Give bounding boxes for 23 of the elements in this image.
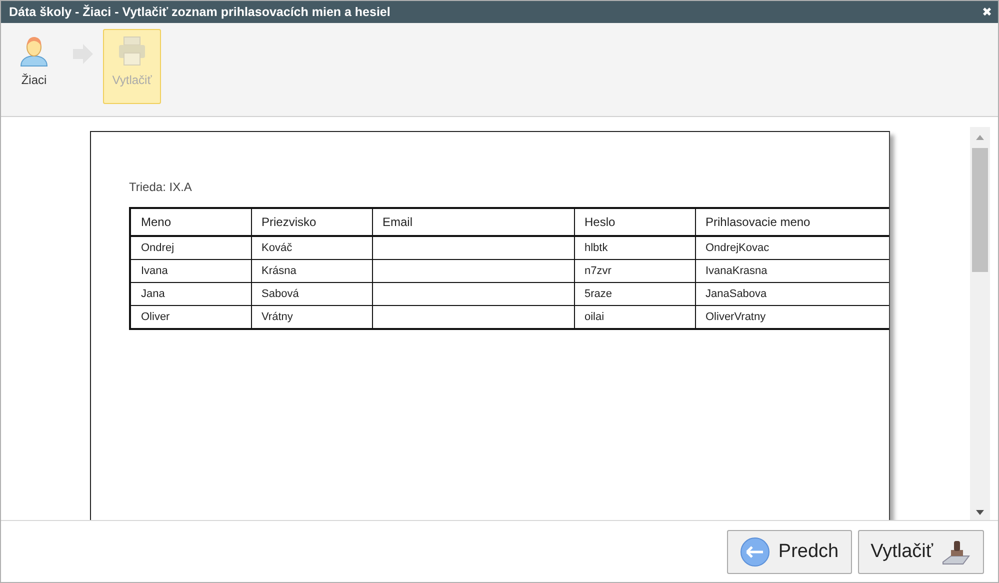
print-button[interactable]: Vytlačiť	[858, 530, 984, 574]
previous-button[interactable]: Predch	[727, 530, 852, 574]
table-cell: hlbtk	[574, 236, 695, 260]
column-header: Priezvisko	[251, 208, 372, 236]
class-label: Trieda: IX.A	[129, 180, 193, 194]
table-cell: 5raze	[574, 282, 695, 306]
table-cell: IvanaKrasna	[695, 260, 889, 282]
close-button[interactable]: ✖	[982, 5, 992, 19]
table-cell: n7zvr	[574, 260, 695, 282]
toolbar-button[interactable]: Žiaci	[5, 29, 63, 104]
printer-icon	[116, 35, 148, 67]
table-cell: Krásna	[251, 260, 372, 282]
column-header: Email	[372, 208, 574, 236]
table-cell: Sabová	[251, 282, 372, 306]
scrollbar[interactable]	[970, 127, 990, 520]
table-cell: OndrejKovac	[695, 236, 889, 260]
column-header: Heslo	[574, 208, 695, 236]
window-title: Dáta školy - Žiaci - Vytlačiť zoznam prihlasovacích mien a hesiel	[9, 5, 390, 19]
person-icon	[18, 35, 50, 67]
column-header: Meno	[130, 208, 251, 236]
column-header: Prihlasovacie meno	[695, 208, 889, 236]
table-cell: JanaSabova	[695, 282, 889, 306]
table-cell: Kováč	[251, 236, 372, 260]
